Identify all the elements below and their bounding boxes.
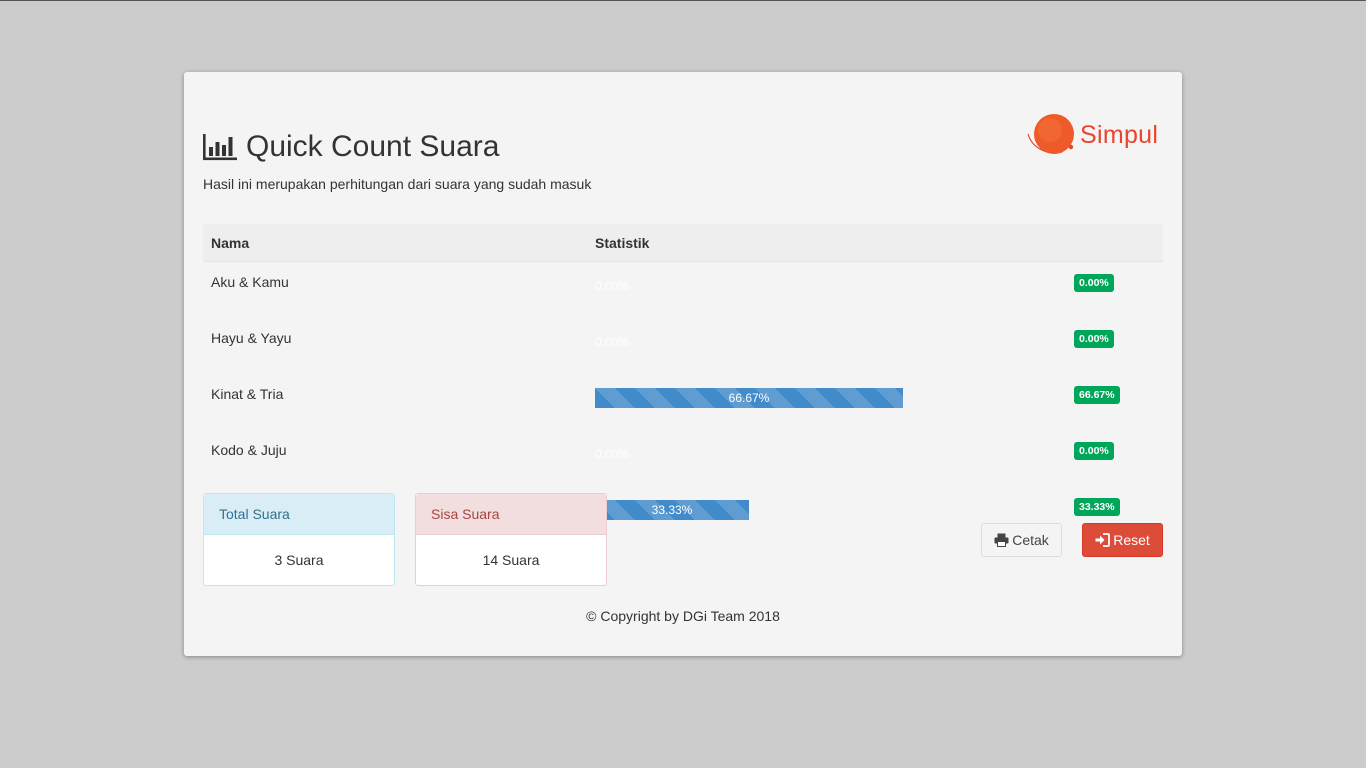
logo-text: Simpul — [1080, 120, 1159, 149]
percent-badge: 0.00% — [1074, 442, 1114, 460]
quick-count-card: Quick Count Suara Hasil ini merupakan pe… — [184, 72, 1182, 656]
table-row: Kodo & Juju 0.00% 0.00% — [203, 430, 1163, 486]
candidate-name: Kinat & Tria — [211, 386, 284, 402]
total-suara-value: 3 Suara — [274, 552, 324, 568]
page-title: Quick Count Suara — [246, 130, 500, 163]
progress-fill: 66.67% — [595, 388, 903, 408]
progress-fill: 0.00% — [595, 279, 630, 293]
vote-progress-bar: 0.00% — [595, 332, 1057, 352]
percent-badge: 33.33% — [1074, 498, 1120, 516]
sisa-suara-value: 14 Suara — [482, 552, 540, 568]
total-suara-panel: Total Suara 3 Suara — [203, 493, 395, 586]
window-top-border — [0, 0, 1366, 1]
footer: © Copyright by DGi Team 2018 — [184, 608, 1182, 624]
column-header-statistik: Statistik — [587, 224, 1163, 262]
candidate-name: Kodo & Juju — [211, 442, 287, 458]
simpul-logo-icon — [1027, 114, 1074, 154]
sisa-suara-panel: Sisa Suara 14 Suara — [415, 493, 607, 586]
sisa-suara-heading: Sisa Suara — [416, 494, 606, 535]
column-header-nama: Nama — [203, 224, 587, 262]
sign-in-icon — [1095, 533, 1111, 547]
vote-progress-bar: 0.00% — [595, 276, 1057, 296]
percent-badge: 66.67% — [1074, 386, 1120, 404]
progress-fill: 33.33% — [595, 500, 749, 520]
cetak-button[interactable]: Cetak — [981, 523, 1062, 557]
bar-chart-icon — [203, 134, 237, 161]
reset-label: Reset — [1113, 532, 1150, 548]
copyright-text: Copyright by DGi Team 2018 — [600, 608, 780, 624]
progress-fill: 0.00% — [595, 335, 630, 349]
percent-badge: 0.00% — [1074, 330, 1114, 348]
reset-button[interactable]: Reset — [1082, 523, 1163, 557]
table-row: Aku & Kamu 0.00% 0.00% — [203, 262, 1163, 319]
total-suara-heading: Total Suara — [204, 494, 394, 535]
table-row: Hayu & Yayu 0.00% 0.00% — [203, 318, 1163, 374]
percent-badge: 0.00% — [1074, 274, 1114, 292]
table-header-row: Nama Statistik — [203, 224, 1163, 262]
copyright-icon: © — [586, 608, 597, 624]
vote-progress-bar: 66.67% — [595, 388, 1057, 408]
candidate-name: Hayu & Yayu — [211, 330, 292, 346]
candidate-name: Aku & Kamu — [211, 274, 289, 290]
table-row: Kinat & Tria 66.67% 66.67% — [203, 374, 1163, 430]
vote-progress-bar: 0.00% — [595, 444, 1057, 464]
title-row: Quick Count Suara — [202, 130, 499, 164]
vote-progress-bar: 33.33% — [595, 500, 1057, 520]
cetak-label: Cetak — [1012, 532, 1049, 548]
print-icon — [994, 533, 1009, 547]
progress-fill: 0.00% — [595, 447, 630, 461]
page-subtitle: Hasil ini merupakan perhitungan dari sua… — [203, 176, 592, 192]
simpul-logo: Simpul — [1026, 112, 1158, 158]
